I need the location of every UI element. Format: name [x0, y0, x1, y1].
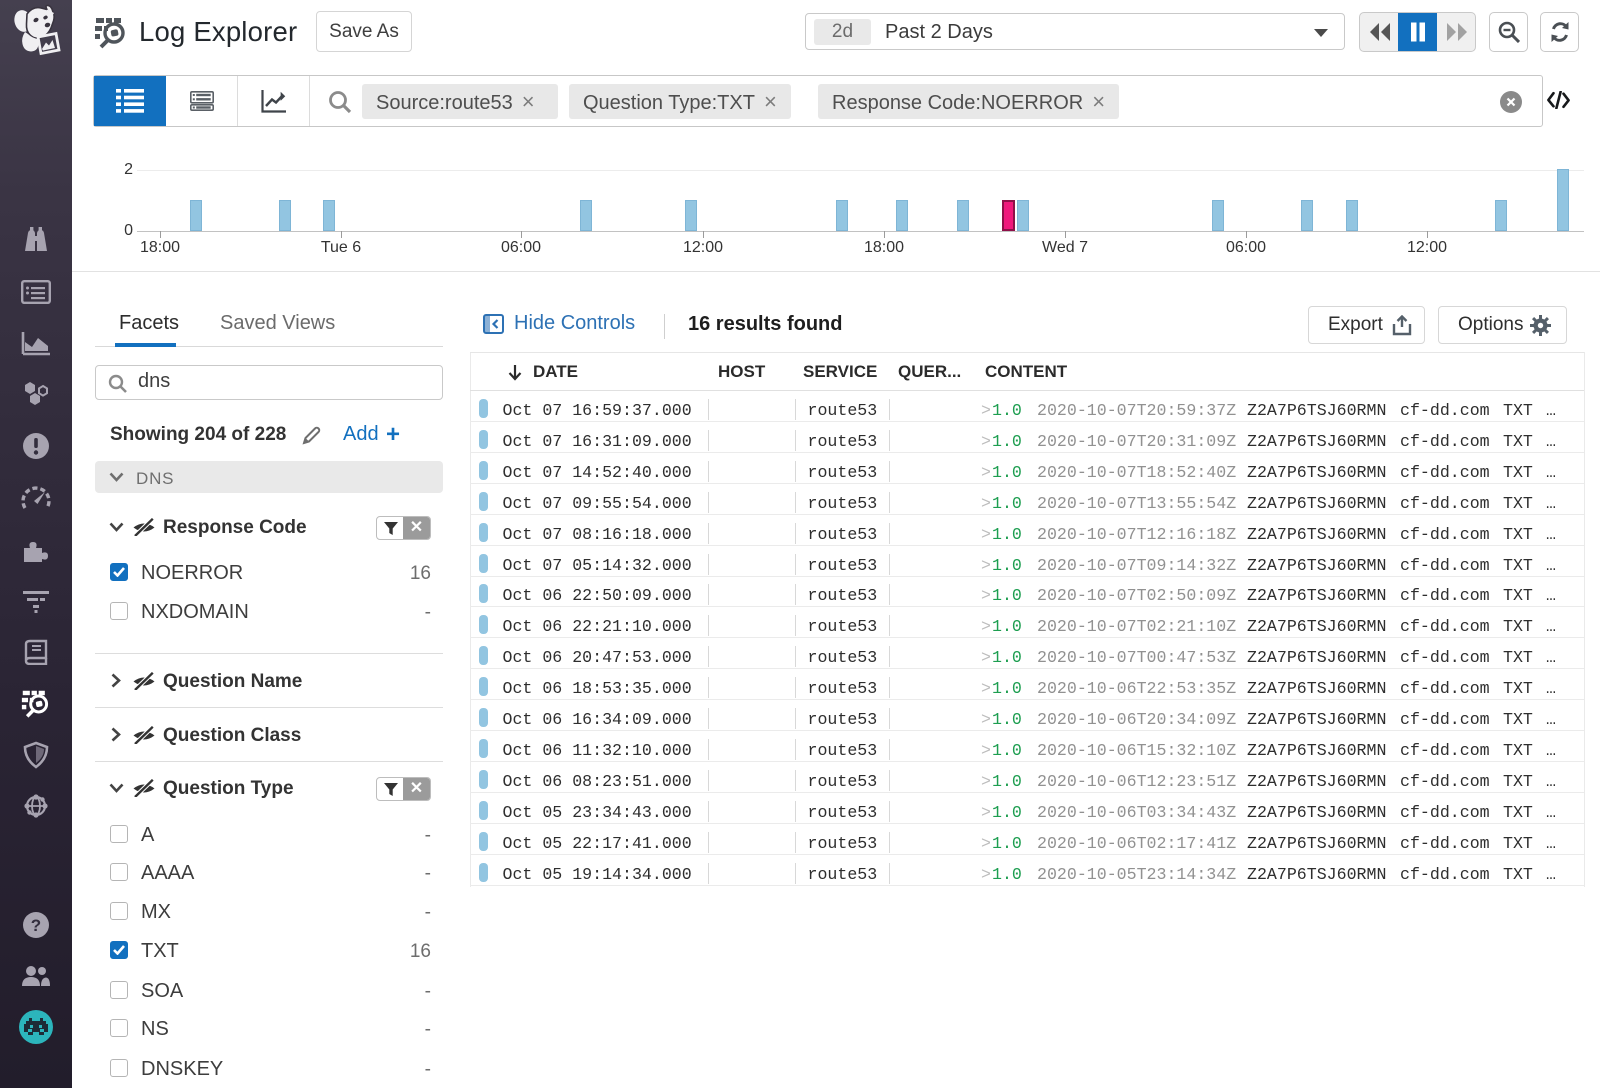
svg-text:?: ? [31, 916, 41, 935]
